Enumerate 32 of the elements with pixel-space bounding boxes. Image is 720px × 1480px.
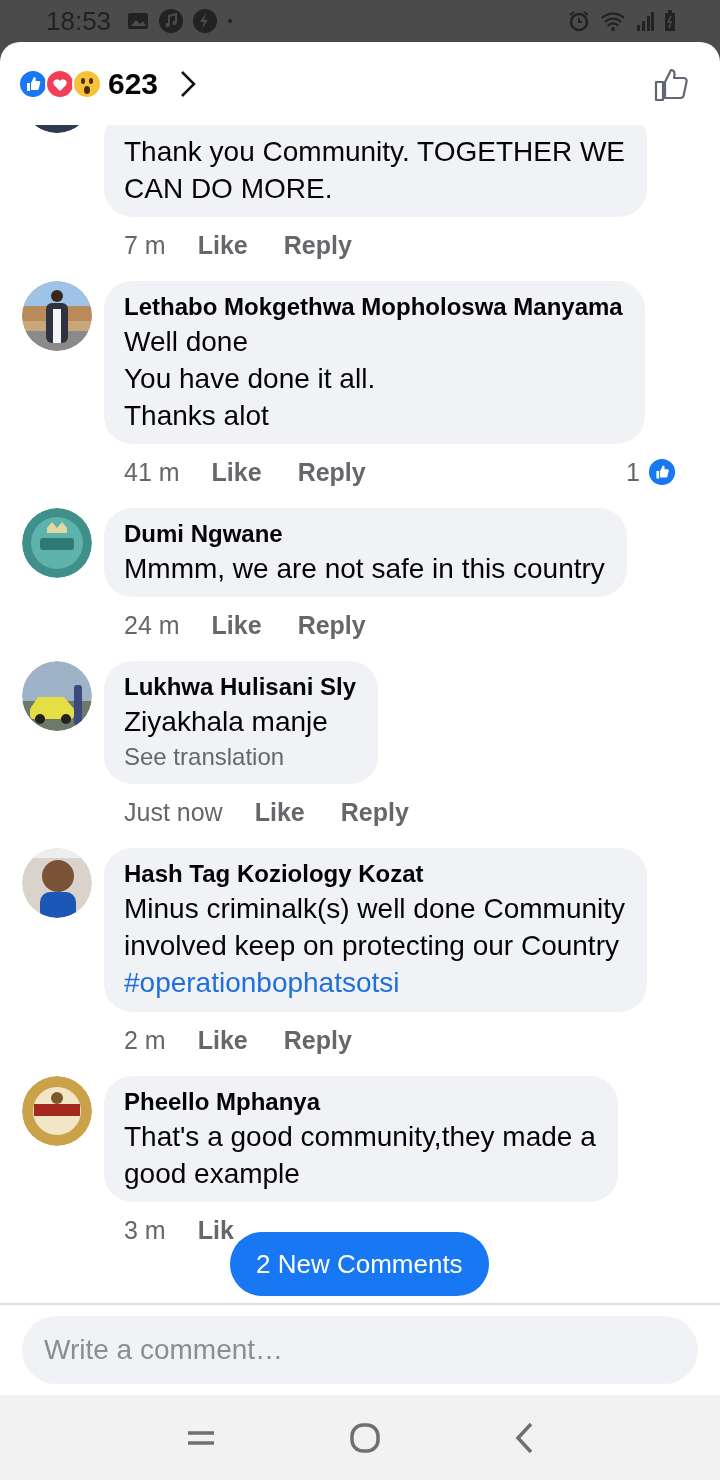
commenter-name[interactable]: Pheello Mphanya xyxy=(124,1086,596,1118)
see-translation-link[interactable]: See translation xyxy=(124,740,357,774)
reply-link[interactable]: Reply xyxy=(340,797,409,827)
comment-time: 24 m xyxy=(124,610,180,640)
like-link[interactable]: Like xyxy=(197,230,248,260)
hashtag-link[interactable]: #operationbophatsotsi xyxy=(124,964,626,1002)
comment-input[interactable]: Write a comment… xyxy=(22,1316,698,1384)
reply-link[interactable]: Reply xyxy=(297,457,366,487)
commenter-name[interactable]: Hash Tag Koziology Kozat xyxy=(124,858,626,890)
like-link[interactable]: Like xyxy=(197,1025,248,1055)
comment-text: Well done You have done it all. Thanks alot xyxy=(124,325,377,433)
like-link[interactable]: Like xyxy=(211,610,262,640)
comment-time: 7 m xyxy=(124,230,166,260)
comment-time: 2 m xyxy=(124,1025,166,1055)
commenter-name[interactable]: Lukhwa Hulisani Sly xyxy=(124,671,357,703)
comment-text: Minus criminalk(s) well done Community involved keep on protecting our Country xyxy=(124,892,626,963)
comment-time: 41 m xyxy=(124,457,180,487)
reactions-summary[interactable]: 623 xyxy=(18,66,197,101)
commenter-name[interactable]: Lethabo Mokgethwa Mopholoswa Manyama xyxy=(124,291,623,323)
comment-text: Mmmm, we are not safe in this country xyxy=(124,552,605,586)
like-link[interactable]: Like xyxy=(254,797,305,827)
like-count: 1 xyxy=(626,457,640,487)
reply-link[interactable]: Reply xyxy=(297,610,366,640)
reply-link[interactable]: Reply xyxy=(283,1025,352,1055)
like-link[interactable]: Like xyxy=(211,457,262,487)
comment-time: Just now xyxy=(124,797,223,827)
comment-text: Ziyakhala manje xyxy=(124,705,329,739)
comment-text: Thank you Community. TOGETHER WE CAN DO MORE. xyxy=(124,135,626,206)
comment-text: That's a good community,they made a good example xyxy=(124,1120,596,1191)
comment-time: 3 m xyxy=(124,1215,166,1245)
reply-link[interactable]: Reply xyxy=(283,230,352,260)
commenter-name[interactable]: Dumi Ngwane xyxy=(124,518,605,550)
